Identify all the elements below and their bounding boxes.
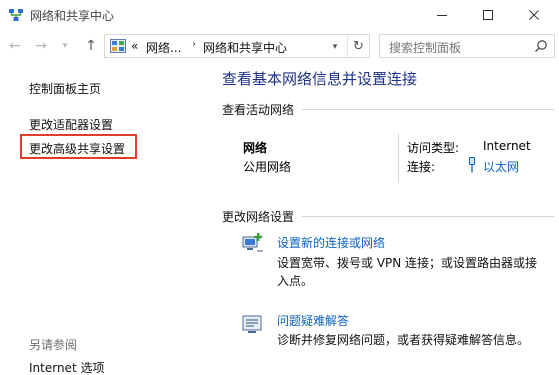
address-bar[interactable]: « 网络... › 网络和共享中心 ▾ ↻ bbox=[104, 34, 370, 58]
troubleshoot-icon bbox=[242, 315, 262, 333]
access-type-label: 访问类型: bbox=[407, 141, 460, 155]
sidebar-item-control-panel-home[interactable]: 控制面板主页 bbox=[29, 80, 101, 97]
access-type-value: Internet bbox=[483, 139, 531, 153]
maximize-icon bbox=[483, 10, 493, 20]
back-button[interactable]: ← bbox=[6, 37, 24, 55]
ethernet-icon bbox=[469, 157, 475, 173]
change-settings-heading: 更改网络设置 bbox=[222, 210, 295, 224]
back-arrow-icon: ← bbox=[9, 38, 21, 54]
setup-new-connection-desc: 设置宽带、拨号或 VPN 连接；或设置路由器或接入点。 bbox=[277, 256, 538, 288]
refresh-button[interactable]: ↻ bbox=[347, 35, 369, 57]
window-title: 网络和共享中心 bbox=[30, 9, 115, 23]
network-center-icon bbox=[9, 9, 23, 21]
address-dropdown-button[interactable]: ▾ bbox=[325, 39, 345, 55]
network-info-divider bbox=[398, 133, 399, 183]
search-placeholder: 搜索控制面板 bbox=[389, 41, 462, 55]
setup-new-connection-link[interactable]: 设置新的连接或网络 bbox=[277, 234, 385, 251]
sidebar-item-advanced-sharing-settings[interactable]: 更改高级共享设置 bbox=[29, 140, 125, 157]
breadcrumb-current[interactable]: 网络和共享中心 bbox=[203, 39, 287, 56]
sidebar-item-change-adapter-settings[interactable]: 更改适配器设置 bbox=[29, 116, 113, 133]
connection-label: 连接: bbox=[407, 160, 436, 174]
title-bar: 网络和共享中心 bbox=[0, 0, 559, 30]
new-connection-icon bbox=[242, 233, 263, 252]
troubleshoot-link[interactable]: 问题疑难解答 bbox=[277, 312, 349, 329]
breadcrumb-separator[interactable]: › bbox=[192, 39, 196, 50]
minimize-icon bbox=[437, 15, 447, 16]
close-button[interactable] bbox=[511, 0, 557, 30]
network-type: 公用网络 bbox=[243, 160, 292, 174]
maximize-button[interactable] bbox=[465, 0, 511, 30]
network-name: 网络 bbox=[243, 141, 268, 155]
sidebar-item-internet-options[interactable]: Internet 选项 bbox=[29, 359, 104, 375]
refresh-icon: ↻ bbox=[353, 38, 364, 54]
search-box[interactable]: 搜索控制面板 bbox=[379, 34, 555, 58]
forward-arrow-icon: → bbox=[35, 38, 47, 54]
ethernet-link[interactable]: 以太网 bbox=[483, 158, 519, 175]
page-title: 查看基本网络信息并设置连接 bbox=[222, 70, 418, 88]
up-arrow-icon: ↑ bbox=[85, 38, 97, 54]
up-button[interactable]: ↑ bbox=[82, 37, 100, 55]
forward-button[interactable]: → bbox=[32, 37, 50, 55]
troubleshoot-desc: 诊断并修复网络问题，或者获得疑难解答信息。 bbox=[277, 333, 530, 347]
control-panel-icon bbox=[110, 39, 126, 53]
recent-locations-button[interactable]: ▾ bbox=[56, 37, 74, 55]
breadcrumb-network[interactable]: 网络... bbox=[146, 39, 181, 56]
see-also-heading: 另请参阅 bbox=[29, 338, 78, 352]
section-divider bbox=[302, 216, 554, 217]
chevron-down-icon: ▾ bbox=[332, 42, 338, 52]
search-icon[interactable] bbox=[534, 39, 548, 53]
navigation-bar: ← → ▾ ↑ « 网络... › 网络和共享中心 ▾ ↻ 搜索控制面板 bbox=[0, 30, 559, 62]
breadcrumb-overflow[interactable]: « bbox=[131, 39, 138, 53]
chevron-down-icon: ▾ bbox=[62, 41, 68, 51]
active-networks-heading: 查看活动网络 bbox=[222, 103, 295, 117]
close-icon bbox=[529, 10, 539, 20]
minimize-button[interactable] bbox=[419, 0, 465, 30]
section-divider bbox=[302, 109, 554, 110]
